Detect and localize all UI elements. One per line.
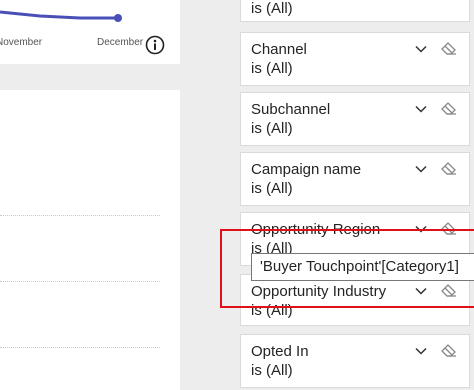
eraser-icon[interactable] — [441, 162, 457, 176]
filter-value: is (All) — [251, 362, 293, 379]
filter-card-top[interactable]: is (All) — [240, 0, 470, 22]
filter-value: is (All) — [251, 0, 293, 17]
gridline — [0, 215, 160, 216]
data-point-december — [114, 14, 122, 22]
filter-title: Campaign name — [251, 161, 362, 178]
filter-pane: is (All) Channel is (All) Subchannel is … — [232, 0, 474, 390]
eraser-icon[interactable] — [441, 42, 457, 56]
filter-value: is (All) — [251, 120, 293, 137]
filter-card-campaign-name[interactable]: Campaign name is (All) — [240, 152, 470, 206]
gridline — [0, 281, 160, 282]
filter-title: Opted In — [251, 343, 309, 360]
info-icon[interactable] — [145, 35, 165, 55]
gridline — [0, 347, 160, 348]
chevron-down-icon[interactable] — [415, 43, 427, 55]
filter-card-opted-in[interactable]: Opted In is (All) — [240, 334, 470, 388]
filter-value: is (All) — [251, 180, 293, 197]
field-tooltip: 'Buyer Touchpoint'[Category1] — [251, 253, 474, 281]
filter-card-subchannel[interactable]: Subchannel is (All) — [240, 92, 470, 146]
filter-card-channel[interactable]: Channel is (All) — [240, 32, 470, 86]
eraser-icon[interactable] — [441, 102, 457, 116]
x-tick-label-december: December — [97, 37, 144, 48]
chevron-down-icon[interactable] — [415, 163, 427, 175]
visual-card[interactable] — [0, 90, 180, 390]
x-tick-label-november: November — [0, 37, 43, 48]
line-chart-card[interactable]: November December — [0, 0, 180, 64]
filter-value: is (All) — [251, 60, 293, 77]
filter-title: Subchannel — [251, 101, 331, 118]
series-line — [0, 10, 118, 20]
eraser-icon[interactable] — [441, 344, 457, 358]
chevron-down-icon[interactable] — [415, 345, 427, 357]
filter-title: Channel — [251, 41, 307, 58]
chevron-down-icon[interactable] — [415, 103, 427, 115]
